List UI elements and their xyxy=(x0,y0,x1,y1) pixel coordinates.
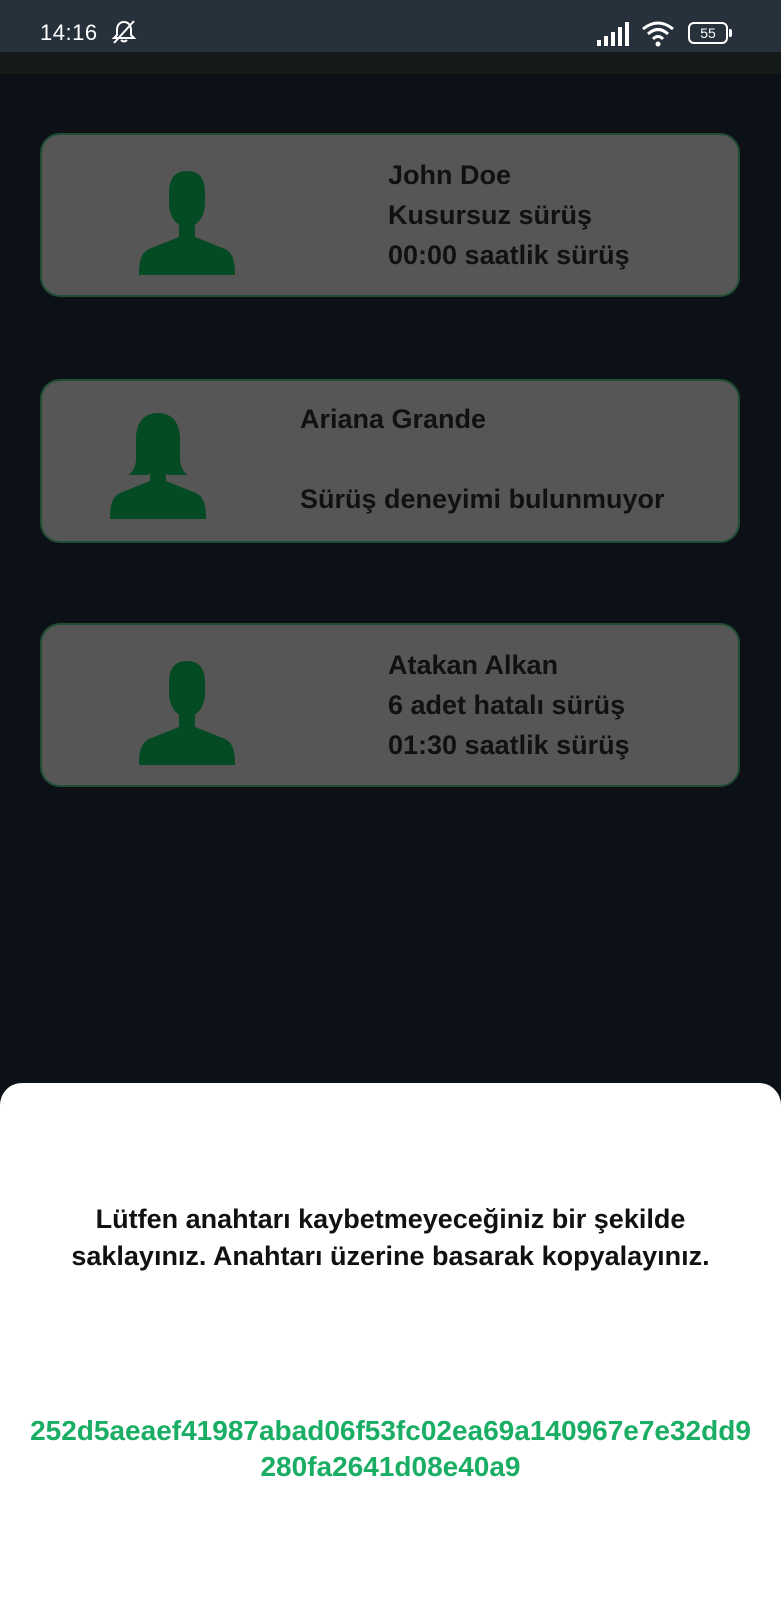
mute-icon xyxy=(111,20,137,44)
status-bar: 14:16 55 xyxy=(0,0,781,52)
sheet-message: Lütfen anahtarı kaybetmeyeceğiniz bir şe… xyxy=(71,1204,710,1271)
driver-hours: 01:30 saatlik sürüş xyxy=(388,730,630,760)
driver-hours: 00:00 saatlik sürüş xyxy=(388,240,630,270)
driver-card[interactable]: John Doe Kusursuz sürüş 00:00 saatlik sü… xyxy=(40,133,740,297)
copy-key-text[interactable]: 252d5aeaef41987abad06f53fc02ea69a140967e… xyxy=(30,1413,751,1485)
driver-info: Atakan Alkan 6 adet hatalı sürüş 01:30 s… xyxy=(388,645,630,765)
female-user-icon xyxy=(110,413,206,519)
driver-name: John Doe xyxy=(388,160,512,190)
driver-status: 6 adet hatalı sürüş xyxy=(388,690,626,720)
battery-level: 55 xyxy=(688,22,728,44)
male-user-icon xyxy=(139,171,235,275)
driver-status: Kusursuz sürüş xyxy=(388,200,593,230)
driver-info: Ariana Grande Sürüş deneyimi bulunmuyor xyxy=(300,399,665,519)
key-bottom-sheet: Lütfen anahtarı kaybetmeyeceğiniz bir şe… xyxy=(0,1083,781,1600)
driver-card[interactable]: Atakan Alkan 6 adet hatalı sürüş 01:30 s… xyxy=(40,623,740,787)
driver-status xyxy=(300,439,665,479)
battery-icon: 55 xyxy=(688,22,732,44)
driver-name: Ariana Grande xyxy=(300,404,487,434)
driver-card[interactable]: Ariana Grande Sürüş deneyimi bulunmuyor xyxy=(40,379,740,543)
wifi-icon xyxy=(642,21,674,47)
driver-hours: Sürüş deneyimi bulunmuyor xyxy=(300,484,665,514)
driver-info: John Doe Kusursuz sürüş 00:00 saatlik sü… xyxy=(388,155,630,275)
driver-name: Atakan Alkan xyxy=(388,650,559,680)
male-user-icon xyxy=(139,661,235,765)
app-header xyxy=(0,52,781,74)
status-time: 14:16 xyxy=(40,20,98,45)
signal-icon xyxy=(597,22,629,46)
